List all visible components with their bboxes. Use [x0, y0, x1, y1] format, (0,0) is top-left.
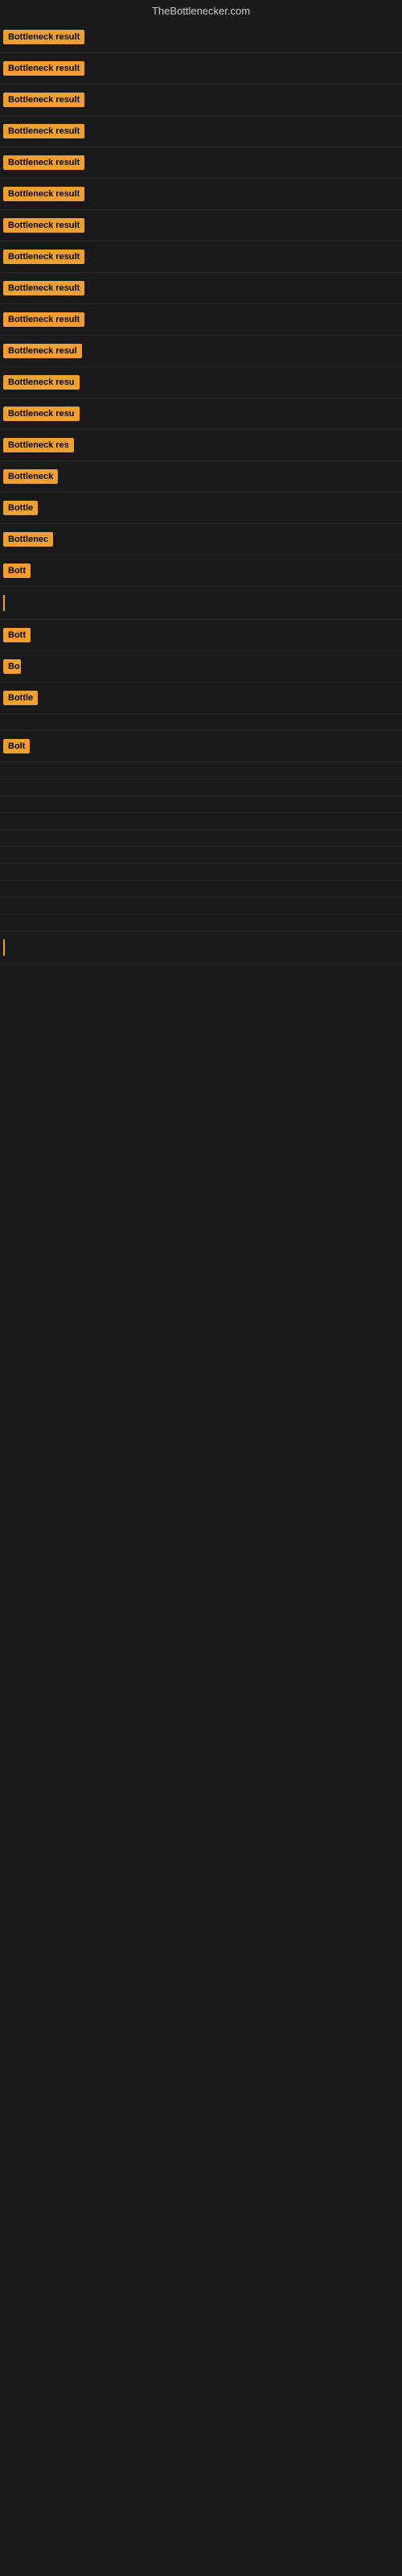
list-item: Bott — [0, 555, 402, 587]
list-item: Bottle — [0, 683, 402, 714]
list-item: Bottle — [0, 493, 402, 524]
cursor-indicator — [3, 595, 5, 611]
bottleneck-badge: Bottle — [3, 691, 38, 705]
list-item: Bottleneck resu — [0, 398, 402, 430]
bottleneck-badge: Bottleneck resu — [3, 407, 80, 421]
list-item — [0, 762, 402, 779]
list-item — [0, 796, 402, 813]
list-item — [0, 898, 402, 914]
list-item: Bottleneck resu — [0, 367, 402, 398]
list-item: Bott — [0, 620, 402, 651]
list-item — [0, 847, 402, 864]
bottleneck-badge: Bottleneck result — [3, 281, 84, 295]
bottleneck-badge: Bott — [3, 628, 31, 642]
site-title: TheBottlenecker.com — [0, 0, 402, 22]
bottleneck-badge: Bottle — [3, 501, 38, 515]
bottleneck-badge: Bottleneck result — [3, 250, 84, 264]
list-item: Bottleneck resul — [0, 336, 402, 367]
list-item: Bottleneck result — [0, 85, 402, 116]
list-item: Bo — [0, 651, 402, 683]
list-item: Bottleneck result — [0, 242, 402, 273]
bottleneck-badge: Bottleneck result — [3, 155, 84, 170]
bottleneck-badge: Bo — [3, 659, 21, 674]
list-item — [0, 864, 402, 881]
bottleneck-badge: Bottlenec — [3, 532, 53, 547]
bottleneck-badge: Bottleneck result — [3, 61, 84, 76]
list-item: Bottleneck result — [0, 147, 402, 179]
list-item — [0, 587, 402, 620]
list-item: Bottlenec — [0, 524, 402, 555]
bottleneck-badge: Bolt — [3, 739, 30, 753]
list-item — [0, 714, 402, 731]
bottleneck-badge: Bottleneck result — [3, 312, 84, 327]
bottleneck-badge: Bottleneck resul — [3, 344, 82, 358]
bottleneck-badge: Bottleneck — [3, 469, 58, 484]
list-item: Bottleneck result — [0, 116, 402, 147]
bottleneck-badge: Bottleneck result — [3, 124, 84, 138]
bottleneck-badge: Bottleneck res — [3, 438, 74, 452]
list-item: Bottleneck result — [0, 273, 402, 304]
list-item: Bottleneck result — [0, 179, 402, 210]
list-item — [0, 881, 402, 898]
bottleneck-badge: Bottleneck result — [3, 93, 84, 107]
bottleneck-badge: Bottleneck result — [3, 30, 84, 44]
list-item — [0, 813, 402, 830]
list-item: Bottleneck result — [0, 210, 402, 242]
list-item: Bottleneck result — [0, 22, 402, 53]
list-item — [0, 914, 402, 931]
list-item: Bolt — [0, 731, 402, 762]
list-item: Bottleneck res — [0, 430, 402, 461]
list-item: Bottleneck result — [0, 53, 402, 85]
bottleneck-badge: Bott — [3, 564, 31, 578]
list-item: Bottleneck result — [0, 304, 402, 336]
bottleneck-badge: Bottleneck resu — [3, 375, 80, 390]
cursor-indicator-2 — [3, 939, 5, 956]
list-item — [0, 779, 402, 796]
list-item — [0, 830, 402, 847]
list-item: Bottleneck — [0, 461, 402, 493]
bottleneck-badge: Bottleneck result — [3, 218, 84, 233]
bottleneck-badge: Bottleneck result — [3, 187, 84, 201]
list-item — [0, 931, 402, 964]
